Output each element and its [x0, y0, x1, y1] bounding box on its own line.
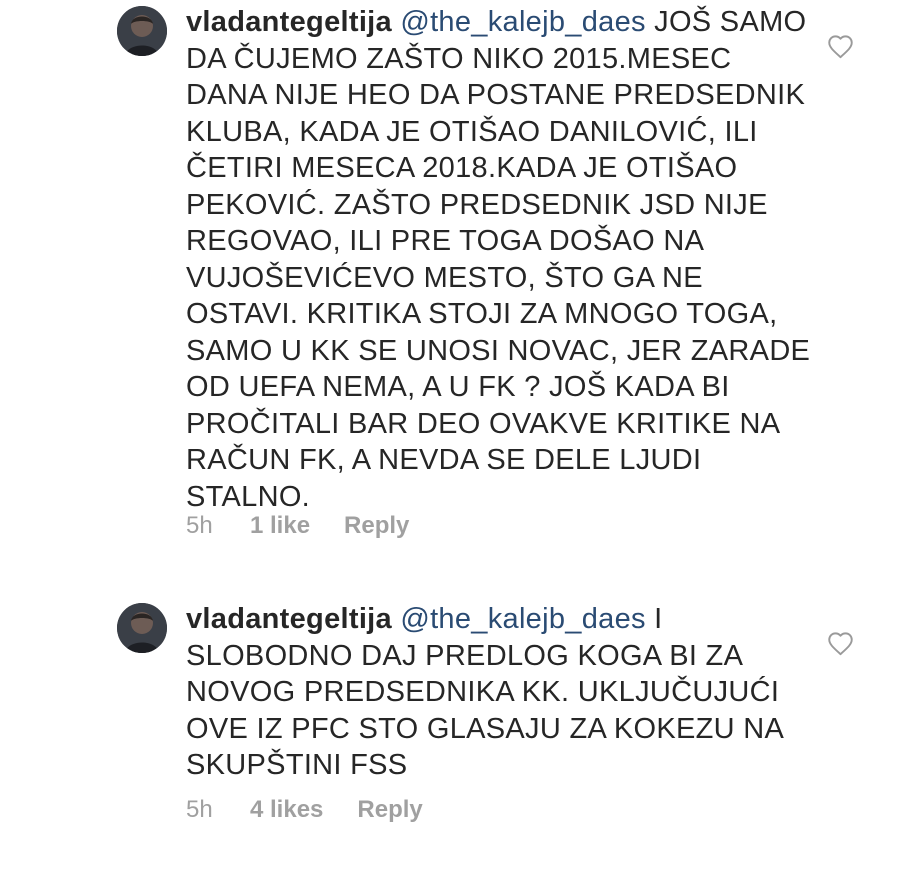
comment-meta: 5h 4 likes Reply: [186, 796, 423, 824]
comment-likes[interactable]: 4 likes: [250, 796, 323, 824]
comment-username[interactable]: vladantegeltija: [186, 603, 392, 635]
comment-time: 5h: [186, 796, 213, 823]
comment-likes[interactable]: 1 like: [250, 512, 310, 540]
reply-button[interactable]: Reply: [344, 512, 409, 540]
comment-body: JOŠ SAMO DA ČUJEMO ZAŠTO NIKO 2015.MESEC…: [186, 6, 811, 513]
user-avatar-icon: [117, 603, 167, 653]
heart-outline-icon: [828, 35, 853, 59]
user-avatar-icon: [117, 6, 167, 56]
reply-button[interactable]: Reply: [357, 796, 422, 824]
comment-meta: 5h 1 like Reply: [186, 512, 409, 540]
comment-username[interactable]: vladantegeltija: [186, 6, 392, 38]
comment-text: vladantegeltija @the_kalejb_daes I SLOBO…: [186, 601, 816, 784]
avatar[interactable]: [117, 6, 167, 56]
avatar[interactable]: [117, 603, 167, 653]
like-button[interactable]: [827, 631, 854, 656]
comment-mention[interactable]: @the_kalejb_daes: [400, 6, 645, 38]
comment-mention[interactable]: @the_kalejb_daes: [400, 603, 645, 635]
like-button[interactable]: [827, 34, 854, 59]
comment-time: 5h: [186, 512, 213, 539]
heart-outline-icon: [828, 632, 853, 656]
comment-text: vladantegeltija @the_kalejb_daes JOŠ SAM…: [186, 4, 816, 515]
